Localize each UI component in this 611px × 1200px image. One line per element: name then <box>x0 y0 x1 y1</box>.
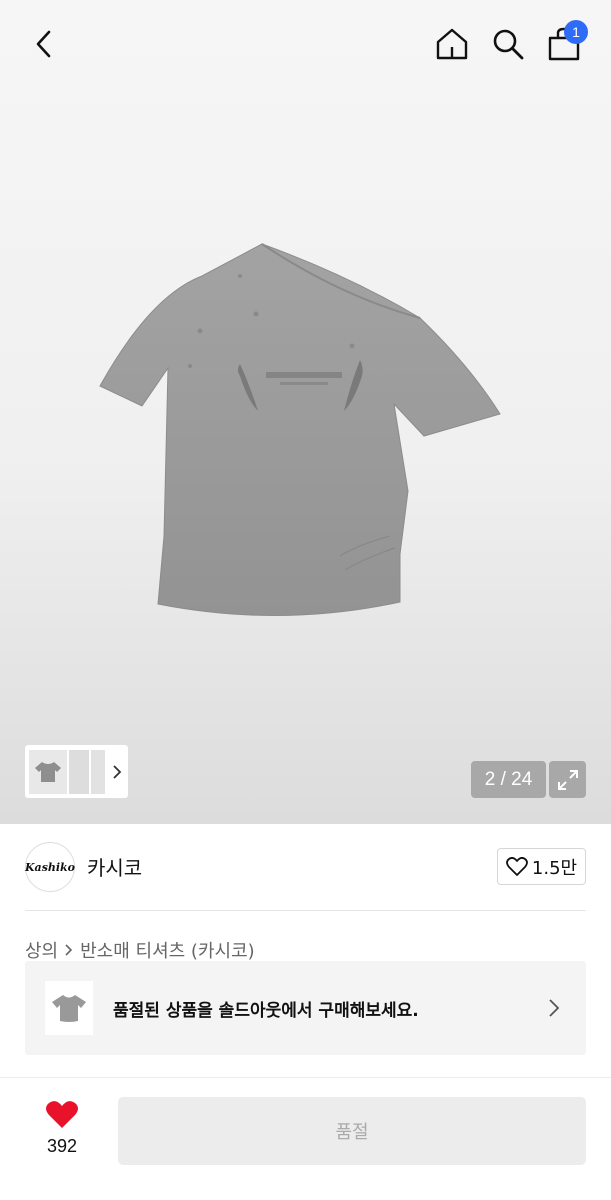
expand-button[interactable] <box>549 761 586 798</box>
top-navigation-bar: 1 <box>0 0 611 90</box>
home-button[interactable] <box>430 22 474 66</box>
brand-logo-text: Kashiko <box>25 860 76 874</box>
back-button[interactable] <box>22 22 66 66</box>
bottom-bar-divider <box>0 1077 611 1078</box>
soldout-banner-text: 품절된 상품을 솔드아웃에서 구매해보세요. <box>113 1001 419 1021</box>
soldout-buy-button[interactable]: 품절 <box>118 1097 586 1165</box>
brand-row: Kashiko 카시코 1.5만 <box>0 824 611 910</box>
brand-name[interactable]: 카시코 <box>87 852 142 881</box>
search-icon <box>493 29 524 60</box>
heart-filled-icon[interactable] <box>45 1100 79 1130</box>
product-image-gallery[interactable]: 1 2 / 24 <box>0 0 611 824</box>
wish-count: 392 <box>46 1136 78 1156</box>
divider <box>25 910 586 911</box>
thumbnail-2[interactable] <box>69 749 89 794</box>
product-photo <box>99 243 501 616</box>
banner-product-thumbnail <box>45 981 93 1035</box>
chevron-right-icon <box>65 944 73 956</box>
soldout-banner[interactable]: 품절된 상품을 솔드아웃에서 구매해보세요. <box>25 961 586 1055</box>
chevron-left-icon <box>36 30 51 58</box>
expand-icon <box>557 769 578 790</box>
thumbnail-1[interactable] <box>29 749 67 794</box>
cart-count-badge: 1 <box>564 20 588 44</box>
tshirt-icon <box>35 761 61 782</box>
breadcrumb-category[interactable]: 상의 <box>25 937 58 963</box>
brand-like-button[interactable]: 1.5만 <box>497 848 586 885</box>
chevron-right-icon[interactable] <box>111 764 123 780</box>
brand-logo[interactable]: Kashiko <box>25 842 75 892</box>
breadcrumb-subcategory[interactable]: 반소매 티셔츠 (카시코) <box>80 937 255 963</box>
home-icon <box>436 28 468 60</box>
image-counter: 2 / 24 <box>471 761 546 798</box>
chevron-right-icon <box>549 999 560 1017</box>
tshirt-icon <box>52 995 86 1022</box>
thumbnail-strip[interactable] <box>25 745 128 798</box>
brand-like-count: 1.5만 <box>531 857 578 879</box>
cart-button[interactable]: 1 <box>542 20 588 66</box>
heart-outline-icon <box>506 856 528 876</box>
breadcrumb: 상의 반소매 티셔츠 (카시코) <box>25 937 255 963</box>
search-button[interactable] <box>486 22 530 66</box>
thumbnail-3[interactable] <box>91 749 105 794</box>
